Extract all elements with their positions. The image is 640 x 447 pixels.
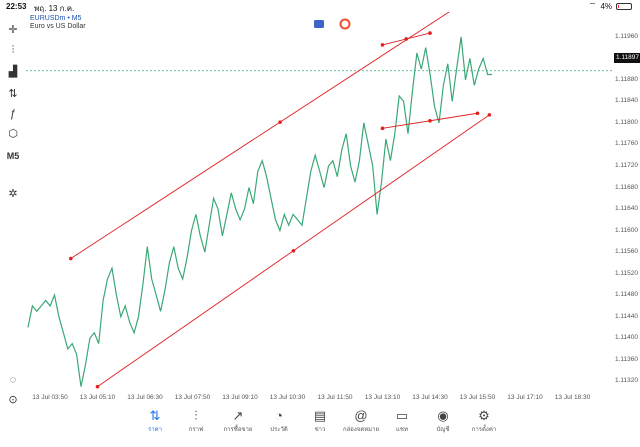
nav-item-trade[interactable]: ↗ การซื้อขาย (215, 408, 261, 434)
settings-icon: ⚙ (478, 408, 490, 423)
price-tick: 1.11480 (614, 291, 638, 299)
time-tick: 13 Jul 15:50 (459, 394, 496, 401)
account-icon: ◉ (437, 408, 449, 423)
nav-item-news[interactable]: ▤ ข่าว (297, 408, 343, 434)
nav-item-quotes[interactable]: ⇅ ราคา (132, 408, 178, 434)
price-tick: 1.11680 (614, 183, 638, 191)
nav-label: กล่องจดหมาย (342, 427, 380, 433)
price-tick: 1.11320 (614, 377, 638, 385)
trendline-anchor-point[interactable] (487, 113, 492, 117)
nav-item-settings[interactable]: ⚙ การตั้งค่า (461, 408, 507, 434)
trendline-anchor-point[interactable] (428, 118, 432, 123)
nav-label: การตั้งค่า (471, 427, 497, 433)
trendline[interactable] (95, 113, 492, 389)
trendline-anchor-point[interactable] (95, 384, 100, 389)
current-price-label: 1.11897 (614, 53, 640, 63)
time-tick: 13 Jul 13:10 (364, 394, 401, 401)
trendline-anchor-point[interactable] (380, 43, 385, 47)
price-tick: 1.11440 (614, 312, 638, 320)
shapes-icon[interactable]: ⬡ (5, 126, 21, 142)
trendline-anchor-point[interactable] (428, 31, 432, 35)
mailbox-icon: @ (354, 408, 368, 423)
time-tick: 13 Jul 14:30 (412, 394, 448, 401)
chart-icon: ⫶ (194, 408, 198, 423)
price-tick: 1.11960 (614, 32, 638, 40)
chat-icon: ▭ (395, 408, 409, 423)
time-tick: 13 Jul 17:10 (507, 394, 543, 401)
time-tick: 13 Jul 06:30 (127, 394, 163, 401)
time-tick: 13 Jul 03:50 (32, 394, 68, 401)
trendline-anchor-point[interactable] (291, 248, 296, 253)
price-tick: 1.11360 (614, 355, 638, 363)
status-bar: 22:53 พฤ. 13 ก.ค. ⌔ 4% (0, 0, 640, 13)
price-axis: 1.119601.119201.118801.118401.118001.117… (614, 12, 640, 407)
time-tick: 13 Jul 05:10 (79, 394, 116, 401)
price-tick: 1.11720 (614, 161, 638, 169)
price-tick: 1.11800 (614, 118, 638, 126)
quotes-icon: ⇅ (149, 408, 161, 423)
one-click-trading-icon[interactable] (314, 20, 324, 28)
chart-header-icons (314, 18, 351, 30)
battery-percent: 4% (600, 1, 612, 11)
time-tick: 13 Jul 09:10 (222, 394, 258, 401)
trendline-segment[interactable] (70, 12, 490, 259)
nav-item-history[interactable]: ◔ ประวัติ (256, 408, 302, 434)
timeframe-label[interactable]: M5 (5, 148, 21, 164)
trendline-anchor-point[interactable] (380, 126, 385, 131)
trendline[interactable] (68, 12, 491, 261)
trendline-anchor-point[interactable] (68, 256, 73, 261)
trendline-anchor-point[interactable] (404, 37, 409, 41)
depth-icon[interactable] (339, 18, 351, 30)
nav-label: ประวัติ (270, 427, 288, 433)
wifi-icon: ⌔ (588, 1, 597, 10)
status-right: ⌔ 4% (589, 1, 632, 11)
left-toolbar: ✛ ⫶ ▟ ⇅ ƒ ⬡ M5 ✲ ◌ ⊙ (0, 14, 26, 406)
trendline-anchor-point[interactable] (278, 120, 282, 124)
time-tick: 13 Jul 07:50 (174, 394, 211, 401)
nav-label: บัญชี (436, 427, 450, 433)
magic-icon[interactable]: ✲ (5, 186, 21, 202)
time-tick: 13 Jul 10:30 (269, 394, 306, 401)
nav-label: การซื้อขาย (223, 427, 253, 433)
objects-icon[interactable]: ⇅ (5, 86, 21, 102)
battery-icon (616, 2, 632, 10)
price-tick: 1.11880 (614, 75, 638, 83)
price-tick: 1.11840 (614, 97, 638, 105)
price-tick: 1.11640 (614, 205, 638, 213)
nav-item-chart[interactable]: ⫶ กราฟ (173, 408, 219, 434)
indicators-icon[interactable]: ▟ (5, 64, 21, 80)
history-icon: ◔ (275, 408, 283, 423)
trade-icon: ↗ (232, 408, 244, 423)
price-tick: 1.11600 (614, 226, 638, 234)
trendline-anchor-point[interactable] (475, 111, 480, 116)
time-tick: 13 Jul 18:30 (554, 394, 591, 401)
nav-label: ข่าว (314, 427, 326, 433)
nav-label: ราคา (148, 427, 162, 433)
price-line-series (27, 36, 492, 387)
crosshair-icon[interactable]: ✛ (5, 22, 21, 38)
time-tick: 13 Jul 11:50 (317, 394, 353, 401)
news-icon: ▤ (313, 408, 327, 423)
nav-label: กราฟ (188, 427, 204, 433)
price-tick: 1.11400 (614, 334, 638, 342)
function-icon[interactable]: ƒ (5, 106, 21, 122)
price-tick: 1.11760 (614, 140, 638, 148)
nav-item-chat[interactable]: ▭ แชท (379, 408, 425, 434)
nav-item-mailbox[interactable]: @ กล่องจดหมาย (338, 408, 384, 434)
nav-item-account[interactable]: ◉ บัญชี (420, 408, 466, 434)
bottom-navigation: ⇅ ราคา ⫶ กราฟ ↗ การซื้อขาย ◔ ประวัติ ▤ ข่าว @ กล่อง… (0, 404, 640, 447)
candles-icon[interactable]: ⫶ (5, 42, 21, 58)
status-time: 22:53 (6, 2, 27, 11)
price-tick: 1.11560 (614, 248, 638, 256)
zoom-icon[interactable]: ◌ (5, 372, 21, 388)
nav-label: แชท (396, 427, 408, 433)
price-chart[interactable] (26, 12, 614, 407)
trendline[interactable] (380, 31, 432, 47)
time-axis: 13 Jul 03:50 13 Jul 05:10 13 Jul 06:30 13 J… (26, 394, 614, 404)
price-tick: 1.11520 (614, 269, 638, 277)
